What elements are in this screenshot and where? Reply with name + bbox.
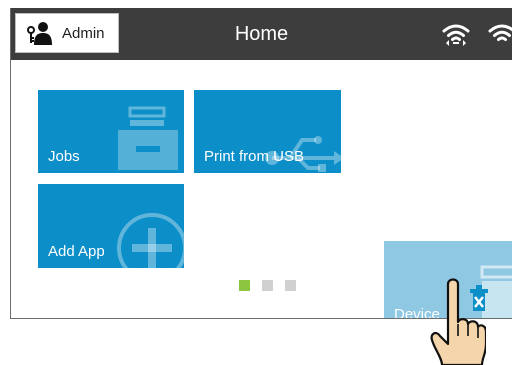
print-queue-icon <box>118 106 178 170</box>
plus-circle-icon <box>117 213 184 268</box>
wifi-icon <box>442 24 470 46</box>
top-bar: Home Admin <box>11 8 512 60</box>
tile-jobs-label: Jobs <box>48 148 80 165</box>
admin-label: Admin <box>62 24 105 42</box>
page-dot-1[interactable] <box>239 280 250 291</box>
page-dot-2[interactable] <box>262 280 273 291</box>
printer-panel-screen: Home Admin Jobs Print from USB Add App D… <box>10 8 512 319</box>
tile-jobs[interactable]: Jobs <box>38 90 184 173</box>
admin-button[interactable]: Admin <box>15 13 119 53</box>
tile-print-from-usb-label: Print from USB <box>204 148 305 165</box>
pointing-hand-icon <box>430 278 486 365</box>
admin-user-icon <box>27 22 52 45</box>
page-dot-3[interactable] <box>285 280 296 291</box>
tile-add-app-label: Add App <box>48 243 105 260</box>
tile-print-from-usb[interactable]: Print from USB <box>194 90 341 173</box>
wifi-direct-icon <box>488 24 512 41</box>
tile-add-app[interactable]: Add App <box>38 184 184 268</box>
